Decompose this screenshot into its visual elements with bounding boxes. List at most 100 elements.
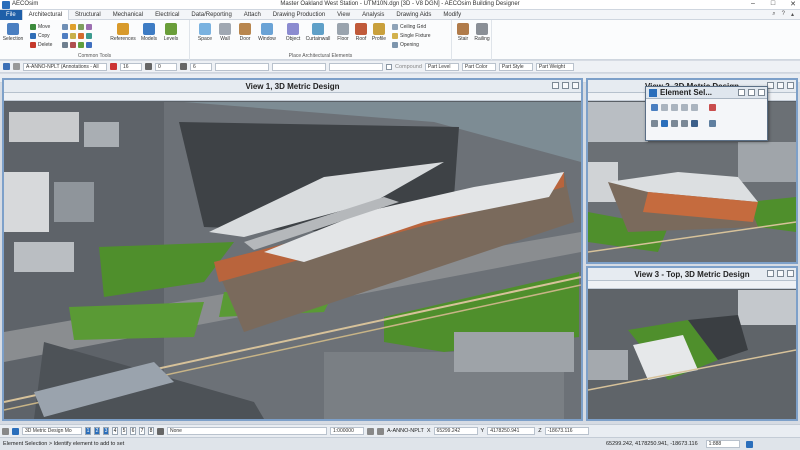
new-mode-icon[interactable] [651, 120, 658, 127]
block-select-icon[interactable] [661, 104, 668, 111]
color-dropdown[interactable]: 16 [120, 62, 142, 71]
model-icon[interactable] [12, 427, 19, 435]
ungroup-icon[interactable] [70, 42, 76, 48]
part-color-dropdown[interactable]: Part Color [461, 62, 496, 71]
file-tab[interactable]: File [0, 9, 22, 20]
tab-structural[interactable]: Structural [69, 10, 107, 20]
tab-view[interactable]: View [331, 10, 356, 20]
close-icon[interactable]: ✕ [788, 0, 798, 8]
snap-icon[interactable] [157, 427, 164, 435]
door-button[interactable]: Door [234, 23, 256, 42]
measure-icon[interactable] [70, 33, 76, 39]
weight-icon[interactable] [180, 63, 187, 70]
tab-data-reporting[interactable]: Data/Reporting [185, 10, 237, 20]
profile-button[interactable]: Profile [368, 23, 390, 42]
view-1-close-icon[interactable] [572, 82, 579, 89]
color-icon[interactable] [110, 63, 117, 70]
view-2-toggle[interactable]: 2 [94, 427, 100, 435]
view-1[interactable]: View 1, 3D Metric Design [2, 78, 583, 421]
view-1-maximize-icon[interactable] [562, 82, 569, 89]
tab-mechanical[interactable]: Mechanical [107, 10, 149, 20]
ribbon-collapse-icon[interactable]: ▴ [791, 11, 794, 18]
class-field[interactable] [329, 62, 383, 71]
space-button[interactable]: Space [194, 23, 216, 42]
object-button[interactable]: Object [282, 23, 304, 42]
view-6-toggle[interactable]: 6 [130, 427, 136, 435]
lock-icon[interactable] [367, 427, 374, 435]
dialog-maximize-icon[interactable] [748, 89, 755, 96]
trim-icon[interactable] [86, 33, 92, 39]
subtract-mode-icon[interactable] [671, 120, 678, 127]
filter-icon[interactable] [709, 120, 716, 127]
level-dropdown[interactable]: A-ANNO-NPLT (Annotations - All [23, 62, 107, 71]
line-select-icon[interactable] [681, 104, 688, 111]
weight-dropdown[interactable]: 0 [155, 62, 177, 71]
selection-button[interactable]: Selection [2, 23, 24, 42]
part-style-dropdown[interactable]: Part Style [498, 62, 533, 71]
view-1-minimize-icon[interactable] [552, 82, 559, 89]
element-selection-dialog[interactable]: Element Sel... [645, 86, 768, 141]
view-3-scene[interactable] [588, 290, 796, 419]
status-scale-field[interactable]: 1:888 [705, 440, 740, 448]
attributes-icon[interactable] [3, 63, 10, 70]
wall-button[interactable]: Wall [214, 23, 236, 42]
y-coordinate-field[interactable]: 4178250.941 [487, 427, 536, 435]
shape-select-icon[interactable] [671, 104, 678, 111]
dialog-minimize-icon[interactable] [738, 89, 745, 96]
view-2-minimize-icon[interactable] [767, 82, 774, 89]
scale-icon[interactable] [70, 24, 76, 30]
view-5-toggle[interactable]: 5 [121, 427, 127, 435]
tab-electrical[interactable]: Electrical [149, 10, 185, 20]
references-button[interactable]: References [110, 23, 136, 42]
x-coordinate-field[interactable]: 65299.242 [433, 427, 478, 435]
tab-drawing-production[interactable]: Drawing Production [267, 10, 331, 20]
align-icon[interactable] [62, 33, 68, 39]
line-style-dropdown[interactable]: 6 [190, 62, 212, 71]
maximize-icon[interactable]: □ [768, 0, 778, 8]
array-icon[interactable] [86, 24, 92, 30]
add-mode-icon[interactable] [661, 120, 668, 127]
priority-field[interactable] [272, 62, 326, 71]
tab-analysis[interactable]: Analysis [356, 10, 390, 20]
view-2-maximize-icon[interactable] [777, 82, 784, 89]
group-icon[interactable] [62, 42, 68, 48]
lasso-select-icon[interactable] [691, 104, 698, 111]
clear-selection-icon[interactable] [709, 104, 716, 111]
view-2-close-icon[interactable] [787, 82, 794, 89]
modify-icon[interactable] [78, 33, 84, 39]
minimize-icon[interactable]: – [748, 0, 758, 8]
scale-field[interactable]: 1:000000 [330, 427, 364, 435]
view-1-scene[interactable] [4, 102, 581, 419]
view-settings-icon[interactable] [2, 427, 9, 435]
help-icon[interactable]: ? [782, 11, 785, 18]
view-3-toggle[interactable]: 3 [103, 427, 109, 435]
style-icon[interactable] [145, 63, 152, 70]
search-icon[interactable]: ⌕ [772, 11, 775, 18]
element-selection-title-bar[interactable]: Element Sel... [646, 87, 767, 99]
levels-button[interactable]: Levels [160, 23, 182, 42]
snap-dropdown[interactable]: None [167, 427, 327, 435]
delete-button[interactable]: Delete [30, 41, 52, 49]
view-3[interactable]: View 3 - Top, 3D Metric Design [586, 266, 798, 421]
tab-architectural[interactable]: Architectural [21, 9, 70, 20]
select-all-icon[interactable] [691, 120, 698, 127]
individual-select-icon[interactable] [651, 104, 658, 111]
part-weight-dropdown[interactable]: Part Weight [535, 62, 574, 71]
view-3-close-icon[interactable] [787, 270, 794, 277]
accudraw-icon[interactable] [377, 427, 384, 435]
level-display-icon[interactable] [13, 63, 20, 70]
invert-mode-icon[interactable] [681, 120, 688, 127]
view-3-minimize-icon[interactable] [767, 270, 774, 277]
view-1-toggle[interactable]: 1 [85, 427, 91, 435]
match-icon[interactable] [86, 42, 92, 48]
view-7-toggle[interactable]: 7 [139, 427, 145, 435]
view-4-toggle[interactable]: 4 [112, 427, 118, 435]
models-button[interactable]: Models [138, 23, 160, 42]
transparency-field[interactable] [215, 62, 269, 71]
tab-modify[interactable]: Modify [437, 10, 467, 20]
tab-attach[interactable]: Attach [238, 10, 267, 20]
model-dropdown[interactable]: 3D Metric Design Mo [22, 427, 82, 435]
copy-button[interactable]: Copy [30, 32, 50, 40]
z-coordinate-field[interactable]: -18673.116 [544, 427, 589, 435]
view-3-maximize-icon[interactable] [777, 270, 784, 277]
